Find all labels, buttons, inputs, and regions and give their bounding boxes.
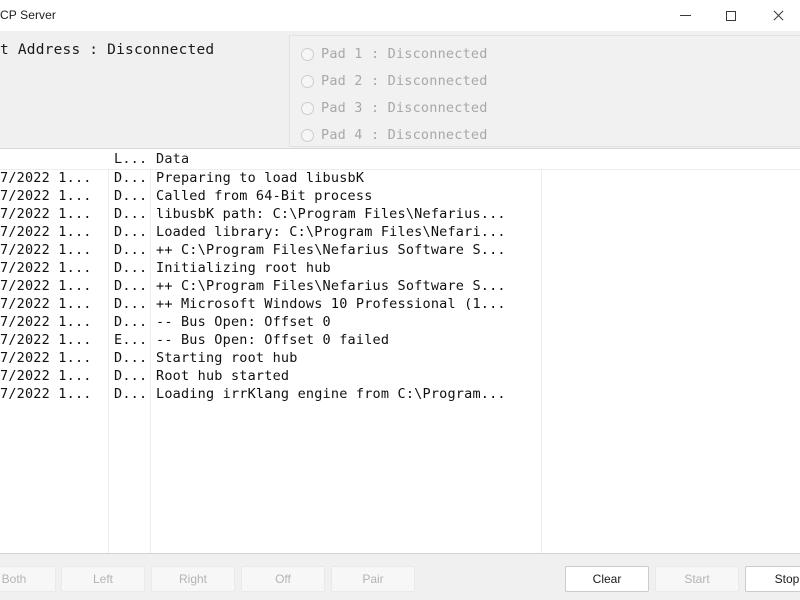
log-cell-level: D... [114,260,148,276]
log-cell-time: 7/2022 1... [0,278,92,294]
log-cell-data: ++ C:\Program Files\Nefarius Software S.… [156,242,506,258]
pad-2-radio-icon[interactable] [301,74,314,88]
log-cell-data: Starting root hub [156,350,298,366]
host-address-label: t Address : Disconnected [0,42,215,58]
log-cell-data: ++ Microsoft Windows 10 Professional (1.… [156,296,506,312]
log-cell-time: 7/2022 1... [0,260,92,276]
pad-1-radio-icon[interactable] [301,47,314,61]
log-cell-time: 7/2022 1... [0,350,92,366]
log-cell-level: D... [114,206,148,222]
log-cell-time: 7/2022 1... [0,386,92,402]
table-row[interactable]: 7/2022 1... D... Root hub started [0,367,800,385]
close-icon [772,10,783,21]
log-cell-level: E... [114,332,148,348]
table-row[interactable]: 7/2022 1... D... Starting root hub [0,349,800,367]
log-cell-time: 7/2022 1... [0,206,92,222]
log-cell-data: Initializing root hub [156,260,331,276]
log-cell-data: ++ C:\Program Files\Nefarius Software S.… [156,278,506,294]
pad-2-label: Pad 2 : Disconnected [321,73,488,89]
table-row[interactable]: 7/2022 1... D... ++ C:\Program Files\Nefar… [0,241,800,259]
bottom-toolbar: Both Left Right Off Pair Clear Start Sto… [0,553,800,600]
log-cell-data: Preparing to load libusbK [156,170,365,186]
clear-button[interactable]: Clear [565,566,649,592]
log-cell-level: D... [114,170,148,186]
log-cell-level: D... [114,242,148,258]
log-cell-data: -- Bus Open: Offset 0 [156,314,331,330]
close-button[interactable] [754,0,800,31]
log-cell-level: D... [114,314,148,330]
table-row[interactable]: 7/2022 1... D... libusbK path: C:\Program … [0,205,800,223]
log-cell-time: 7/2022 1... [0,314,92,330]
log-cell-time: 7/2022 1... [0,170,92,186]
pad-row-2[interactable]: Pad 2 : Disconnected [301,71,488,91]
minimize-icon [679,15,691,16]
both-button[interactable]: Both [0,566,56,592]
off-button[interactable]: Off [241,566,325,592]
log-cell-time: 7/2022 1... [0,188,92,204]
table-row[interactable]: 7/2022 1... D... -- Bus Open: Offset 0 [0,313,800,331]
status-panel: t Address : Disconnected Pad 1 : Disconn… [0,31,800,149]
table-row[interactable]: 7/2022 1... D... Called from 64-Bit proces… [0,187,800,205]
column-header-data[interactable]: Data [156,151,189,167]
log-cell-data: Root hub started [156,368,290,384]
pad-4-radio-icon[interactable] [301,128,314,142]
table-row[interactable]: 7/2022 1... D... Initializing root hub [0,259,800,277]
log-cell-time: 7/2022 1... [0,368,92,384]
start-button[interactable]: Start [655,566,739,592]
table-row[interactable]: 7/2022 1... D... ++ C:\Program Files\Nefar… [0,277,800,295]
log-cell-level: D... [114,188,148,204]
pad-row-1[interactable]: Pad 1 : Disconnected [301,44,488,64]
table-row[interactable]: 7/2022 1... E... -- Bus Open: Offset 0 fai… [0,331,800,349]
table-row[interactable]: 7/2022 1... D... ++ Microsoft Windows 10 P… [0,295,800,313]
pad-4-label: Pad 4 : Disconnected [321,127,488,143]
log-cell-time: 7/2022 1... [0,242,92,258]
log-rows: 7/2022 1... D... Preparing to load libusbK… [0,169,800,403]
log-cell-level: D... [114,386,148,402]
title-bar: CP Server [0,0,800,32]
stop-button[interactable]: Stop [745,566,800,592]
maximize-icon [726,10,736,21]
log-cell-data: Called from 64-Bit process [156,188,373,204]
table-row[interactable]: 7/2022 1... D... Preparing to load libusbK [0,169,800,187]
log-cell-level: D... [114,278,148,294]
pad-3-radio-icon[interactable] [301,101,314,115]
window-controls [662,0,800,31]
log-list[interactable]: L... Data 7/2022 1... D... Preparing to lo… [0,149,800,553]
log-cell-level: D... [114,296,148,312]
log-list-header: L... Data [0,149,800,170]
pad-status-group: Pad 1 : Disconnected Pad 2 : Disconnecte… [289,35,800,147]
log-cell-data: libusbK path: C:\Program Files\Nefarius.… [156,206,506,222]
pad-row-3[interactable]: Pad 3 : Disconnected [301,98,488,118]
log-cell-time: 7/2022 1... [0,296,92,312]
window-title: CP Server [0,8,57,22]
app-window: CP Server t Address : Disconnected Pad 1… [0,0,800,600]
table-row[interactable]: 7/2022 1... D... Loaded library: C:\Progra… [0,223,800,241]
left-button[interactable]: Left [61,566,145,592]
table-row[interactable]: 7/2022 1... D... Loading irrKlang engine f… [0,385,800,403]
right-button[interactable]: Right [151,566,235,592]
log-cell-level: D... [114,224,148,240]
log-cell-time: 7/2022 1... [0,332,92,348]
pad-row-4[interactable]: Pad 4 : Disconnected [301,125,488,145]
pad-3-label: Pad 3 : Disconnected [321,100,488,116]
pair-button[interactable]: Pair [331,566,415,592]
column-header-level[interactable]: L... [114,151,147,167]
log-cell-time: 7/2022 1... [0,224,92,240]
log-cell-level: D... [114,368,148,384]
maximize-button[interactable] [708,0,754,31]
minimize-button[interactable] [662,0,708,31]
log-cell-data: Loaded library: C:\Program Files\Nefari.… [156,224,506,240]
pad-1-label: Pad 1 : Disconnected [321,46,488,62]
log-cell-data: Loading irrKlang engine from C:\Program.… [156,386,506,402]
log-cell-data: -- Bus Open: Offset 0 failed [156,332,390,348]
log-cell-level: D... [114,350,148,366]
